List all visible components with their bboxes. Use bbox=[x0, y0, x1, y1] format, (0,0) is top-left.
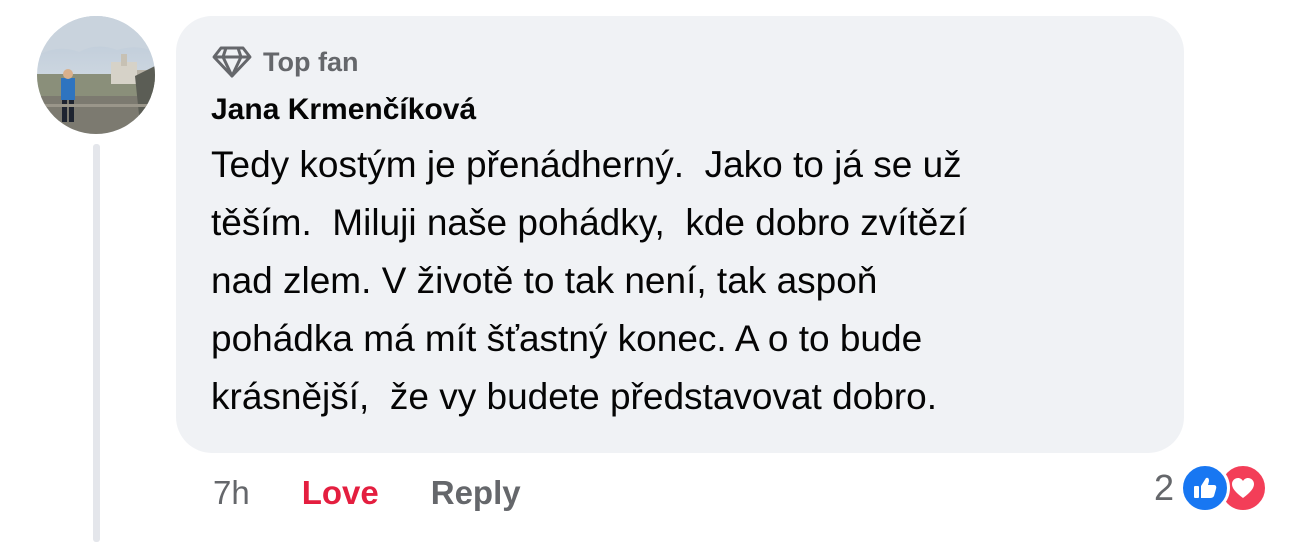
comment-bubble: Top fan Jana Krmenčíková Tedy kostým je … bbox=[176, 16, 1184, 453]
comment-author[interactable]: Jana Krmenčíková bbox=[211, 92, 476, 128]
thread-line bbox=[93, 144, 100, 542]
avatar-image bbox=[37, 16, 155, 134]
top-fan-badge: Top fan bbox=[211, 44, 358, 80]
avatar[interactable] bbox=[37, 16, 155, 134]
badge-label: Top fan bbox=[263, 46, 359, 77]
like-icon bbox=[1180, 463, 1230, 513]
reaction-icons bbox=[1180, 463, 1268, 513]
love-button[interactable]: Love bbox=[302, 474, 379, 512]
reply-button[interactable]: Reply bbox=[431, 474, 521, 512]
diamond-icon bbox=[211, 45, 253, 79]
comment-text: Tedy kostým je přenádherný. Jako to já s… bbox=[211, 144, 968, 417]
comment-timestamp[interactable]: 7h bbox=[213, 474, 250, 512]
comment-actions: 7h Love Reply bbox=[213, 470, 521, 516]
reaction-count: 2 bbox=[1153, 467, 1174, 508]
reactions-summary[interactable]: 2 bbox=[1154, 462, 1268, 514]
